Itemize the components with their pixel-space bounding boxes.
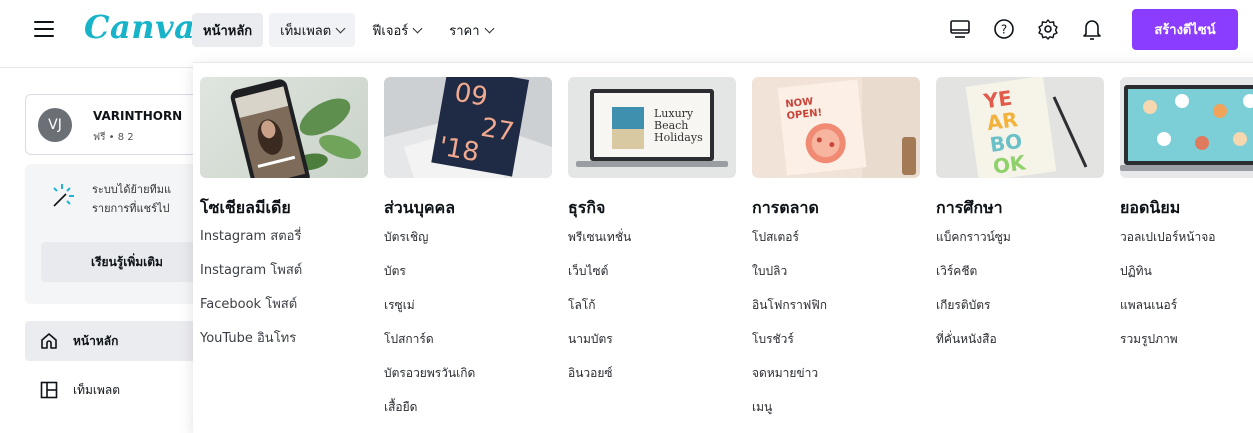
menu-link[interactable]: บัตร bbox=[384, 261, 552, 295]
menu-link[interactable]: นามบัตร bbox=[568, 329, 736, 363]
menu-column-title[interactable]: ยอดนิยม bbox=[1120, 196, 1253, 218]
sidebar-item-templates[interactable]: เท็มเพลต bbox=[25, 370, 200, 410]
settings-icon[interactable] bbox=[1033, 12, 1063, 46]
desktop-icon[interactable] bbox=[945, 12, 975, 46]
card-number-big: 27 bbox=[478, 113, 516, 148]
menu-link-list: บัตรเชิญ บัตร เรซูเม่ โปสการ์ด บัตรอวยพร… bbox=[384, 227, 552, 431]
top-bar: Canva หน้าหลัก เท็มเพลต ฟีเจอร์ ราคา ? ส… bbox=[0, 0, 1253, 62]
notice-line-1: ระบบได้ย้ายทีมแ bbox=[92, 183, 172, 196]
account-plan: ฟรี • 8 2 bbox=[93, 132, 134, 143]
chevron-down-icon bbox=[484, 23, 494, 33]
account-switcher[interactable]: VJ VARINTHORN ฟรี • 8 2 bbox=[25, 94, 200, 155]
bell-icon[interactable] bbox=[1077, 12, 1107, 46]
nav-features-label: ฟีเจอร์ bbox=[372, 23, 409, 39]
yearbook-line-4: OK bbox=[991, 150, 1028, 178]
template-icon bbox=[40, 381, 58, 399]
menu-link[interactable]: โปสเตอร์ bbox=[752, 227, 920, 261]
chevron-down-icon bbox=[335, 23, 346, 33]
menu-link[interactable]: โลโก้ bbox=[568, 295, 736, 329]
marketing-thumbnail[interactable]: NOW OPEN! bbox=[752, 77, 920, 178]
menu-link[interactable]: วอลเปเปอร์หน้าจอ bbox=[1120, 227, 1253, 261]
menu-link[interactable]: Instagram โพสต์ bbox=[200, 261, 368, 295]
menu-column-social: โซเชียลมีเดีย Instagram สตอรี่ Instagram… bbox=[200, 77, 368, 363]
svg-text:?: ? bbox=[1001, 23, 1007, 37]
menu-column-title[interactable]: การศึกษา bbox=[936, 196, 1104, 218]
menu-column-education: YE AR BO OK การศึกษา แบ็คกราวน์ซูม เวิร์… bbox=[936, 77, 1104, 363]
menu-column-popular: ยอดนิยม วอลเปเปอร์หน้าจอ ปฏิทิน แพลนเนอร… bbox=[1120, 77, 1253, 363]
menu-link[interactable]: โบรชัวร์ bbox=[752, 329, 920, 363]
menu-column-business: Luxury Beach Holidays ธุรกิจ พรีเซนเทชั่… bbox=[568, 77, 736, 397]
main-nav: หน้าหลัก เท็มเพลต ฟีเจอร์ ราคา bbox=[192, 13, 504, 47]
menu-link-list: Instagram สตอรี่ Instagram โพสต์ Faceboo… bbox=[200, 227, 368, 363]
menu-link[interactable]: YouTube อินโทร bbox=[200, 329, 368, 363]
popular-thumbnail[interactable] bbox=[1120, 77, 1253, 178]
menu-link[interactable]: อินโฟกราฟฟิก bbox=[752, 295, 920, 329]
notice-line-2: รายการที่แชร์ไป bbox=[92, 202, 170, 215]
sidebar: VJ VARINTHORN ฟรี • 8 2 ระบบได้ย้ายทีมแ … bbox=[0, 68, 200, 433]
menu-link[interactable]: ใบปลิว bbox=[752, 261, 920, 295]
menu-link[interactable]: ปฏิทิน bbox=[1120, 261, 1253, 295]
social-media-thumbnail[interactable] bbox=[200, 77, 368, 178]
menu-link[interactable]: จดหมายข่าว bbox=[752, 363, 920, 397]
canva-logo[interactable]: Canva bbox=[84, 8, 195, 46]
help-icon[interactable]: ? bbox=[989, 12, 1019, 46]
nav-templates-label: เท็มเพลต bbox=[280, 23, 332, 39]
home-icon bbox=[41, 333, 57, 349]
nav-home[interactable]: หน้าหลัก bbox=[192, 13, 264, 47]
templates-mega-menu: โซเชียลมีเดีย Instagram สตอรี่ Instagram… bbox=[193, 62, 1253, 433]
menu-link[interactable]: อินวอยซ์ bbox=[568, 363, 736, 397]
header-actions: ? bbox=[945, 12, 1107, 46]
create-design-button[interactable]: สร้างดีไซน์ bbox=[1132, 9, 1238, 50]
menu-column-title[interactable]: ธุรกิจ bbox=[568, 196, 736, 218]
menu-link-list: วอลเปเปอร์หน้าจอ ปฏิทิน แพลนเนอร์ รวมรูป… bbox=[1120, 227, 1253, 363]
slide-line-3: Holidays bbox=[654, 131, 703, 144]
nav-pricing[interactable]: ราคา bbox=[438, 13, 503, 47]
nav-pricing-label: ราคา bbox=[449, 23, 480, 39]
menu-column-title[interactable]: โซเชียลมีเดีย bbox=[200, 196, 368, 218]
menu-link[interactable]: บัตรอวยพรวันเกิด bbox=[384, 363, 552, 397]
chevron-down-icon bbox=[412, 23, 423, 33]
business-thumbnail[interactable]: Luxury Beach Holidays bbox=[568, 77, 736, 178]
sidebar-item-label: เท็มเพลต bbox=[73, 382, 121, 397]
menu-link[interactable]: เมนู bbox=[752, 397, 920, 431]
menu-link[interactable]: พรีเซนเทชั่น bbox=[568, 227, 736, 261]
menu-link[interactable]: ที่คั่นหนังสือ bbox=[936, 329, 1104, 363]
nav-features[interactable]: ฟีเจอร์ bbox=[361, 13, 432, 47]
menu-link[interactable]: Instagram สตอรี่ bbox=[200, 227, 368, 261]
menu-link[interactable]: Facebook โพสต์ bbox=[200, 295, 368, 329]
team-notice: ระบบได้ย้ายทีมแ รายการที่แชร์ไป เรียนรู้… bbox=[25, 164, 200, 304]
education-thumbnail[interactable]: YE AR BO OK bbox=[936, 77, 1104, 178]
account-name: VARINTHORN bbox=[93, 109, 183, 123]
sidebar-item-label: หน้าหลัก bbox=[73, 333, 119, 348]
menu-link[interactable]: แบ็คกราวน์ซูม bbox=[936, 227, 1104, 261]
card-number-top: 09 bbox=[452, 78, 490, 113]
menu-column-title[interactable]: การตลาด bbox=[752, 196, 920, 218]
menu-link[interactable]: เว็บไซต์ bbox=[568, 261, 736, 295]
menu-column-marketing: NOW OPEN! การตลาด โปสเตอร์ ใบปลิว อินโฟก… bbox=[752, 77, 920, 431]
menu-link[interactable]: รวมรูปภาพ bbox=[1120, 329, 1253, 363]
menu-icon[interactable] bbox=[34, 21, 54, 39]
menu-link[interactable]: เกียรติบัตร bbox=[936, 295, 1104, 329]
menu-link-list: พรีเซนเทชั่น เว็บไซต์ โลโก้ นามบัตร อินว… bbox=[568, 227, 736, 397]
nav-home-label: หน้าหลัก bbox=[203, 23, 253, 39]
notice-text: ระบบได้ย้ายทีมแ รายการที่แชร์ไป bbox=[92, 180, 171, 218]
sparkle-icon bbox=[48, 182, 76, 214]
menu-link[interactable]: แพลนเนอร์ bbox=[1120, 295, 1253, 329]
menu-link-list: โปสเตอร์ ใบปลิว อินโฟกราฟฟิก โบรชัวร์ จด… bbox=[752, 227, 920, 431]
nav-templates[interactable]: เท็มเพลต bbox=[269, 13, 356, 47]
menu-link[interactable]: เสื้อยืด bbox=[384, 397, 552, 431]
menu-column-title[interactable]: ส่วนบุคคล bbox=[384, 196, 552, 218]
personal-thumbnail[interactable]: 09 27 '18 bbox=[384, 77, 552, 178]
menu-link[interactable]: โปสการ์ด bbox=[384, 329, 552, 363]
menu-link-list: แบ็คกราวน์ซูม เวิร์คชีต เกียรติบัตร ที่ค… bbox=[936, 227, 1104, 363]
menu-column-personal: 09 27 '18 ส่วนบุคคล บัตรเชิญ บัตร เรซูเม… bbox=[384, 77, 552, 431]
avatar: VJ bbox=[38, 108, 72, 142]
menu-link[interactable]: บัตรเชิญ bbox=[384, 227, 552, 261]
learn-more-button[interactable]: เรียนรู้เพิ่มเติม bbox=[41, 242, 200, 282]
menu-link[interactable]: เวิร์คชีต bbox=[936, 261, 1104, 295]
sidebar-item-home[interactable]: หน้าหลัก bbox=[25, 321, 200, 361]
menu-link[interactable]: เรซูเม่ bbox=[384, 295, 552, 329]
